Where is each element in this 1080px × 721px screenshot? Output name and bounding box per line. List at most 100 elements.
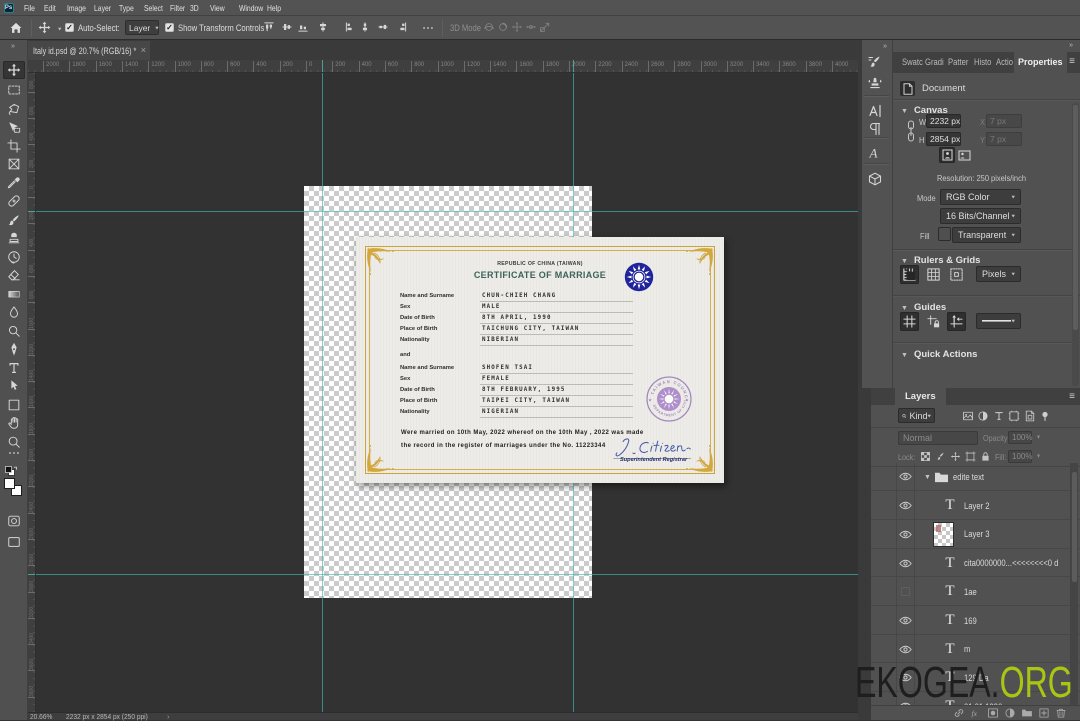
blur-tool[interactable] [3, 303, 25, 321]
layers-tab[interactable]: Layers [895, 388, 946, 405]
lock-position-icon[interactable] [949, 450, 962, 463]
distribute-left-edges-icon[interactable] [343, 21, 355, 33]
menu-filter[interactable]: Filter [170, 0, 185, 16]
3d-scale-icon[interactable] [539, 21, 551, 33]
layer-visible-eye-icon[interactable] [899, 645, 912, 654]
path-selection-tool[interactable] [3, 377, 25, 395]
gradient-tool[interactable] [3, 285, 25, 303]
spot-healing-brush-tool[interactable] [3, 192, 25, 210]
menu-view[interactable]: View [210, 0, 225, 16]
panel-tab-gradi[interactable]: Gradi [925, 57, 944, 67]
lock-all-icon[interactable] [979, 450, 992, 463]
layer-visible-eye-icon[interactable] [899, 616, 912, 625]
panel-tab-swatc[interactable]: Swatc [902, 57, 923, 67]
canvas-width-input[interactable]: 2232 px [926, 114, 961, 128]
new-layer-icon[interactable] [1035, 706, 1052, 720]
menu-window[interactable]: Window [239, 0, 263, 16]
panel-strip-collapse-icon[interactable]: » [862, 40, 892, 50]
align-top-edges-icon[interactable] [263, 21, 275, 33]
filter-shape-layers-icon[interactable] [1007, 408, 1022, 423]
brush-tool[interactable] [3, 211, 25, 229]
show-transform-checkbox[interactable]: ✓ [165, 23, 174, 32]
lock-transparency-icon[interactable] [919, 450, 932, 463]
clone-stamp-tool[interactable] [3, 229, 25, 247]
filter-type-layers-icon[interactable] [991, 408, 1006, 423]
layer-visibility-cell[interactable] [896, 463, 916, 492]
guides-toggle-button[interactable] [900, 312, 919, 331]
layer-row[interactable]: T169 [871, 606, 1080, 635]
layer-effects-icon[interactable]: fx [967, 706, 984, 720]
edit-guides-button[interactable] [947, 312, 966, 331]
more-options-icon[interactable] [421, 21, 435, 35]
section-chevron-icon[interactable]: ▼ [901, 305, 908, 312]
layer-row[interactable]: ▼edite text [871, 463, 1080, 492]
mode-dropdown[interactable]: RGB Color▾ [940, 189, 1021, 205]
layers-panel-menu-icon[interactable]: ≡ [1069, 391, 1075, 402]
properties-panel-menu-icon[interactable]: ≡ [1069, 56, 1075, 67]
layer-visible-eye-icon[interactable] [899, 559, 912, 568]
move-tool-icon[interactable] [38, 21, 51, 34]
pen-tool[interactable] [3, 340, 25, 358]
layer-visible-eye-icon[interactable] [899, 530, 912, 539]
rectangle-tool[interactable] [3, 396, 25, 414]
properties-scrollbar[interactable] [1072, 103, 1079, 386]
orientation-portrait-button[interactable] [939, 147, 955, 163]
add-layer-mask-icon[interactable] [984, 706, 1001, 720]
dodge-tool[interactable] [3, 322, 25, 340]
blend-mode-dropdown[interactable]: Normal [898, 431, 978, 445]
foreground-color-swatch[interactable] [4, 478, 15, 489]
layer-visibility-cell[interactable] [896, 549, 916, 578]
guide-horizontal[interactable] [36, 211, 858, 212]
canvas-x-input[interactable]: 7 px [986, 114, 1022, 128]
libraries-panel-icon[interactable] [863, 169, 886, 189]
3d-drag-icon[interactable] [511, 21, 523, 33]
brushes-panel-icon[interactable] [863, 52, 886, 72]
link-layers-icon[interactable] [950, 706, 967, 720]
hand-tool[interactable] [3, 414, 25, 432]
layer-visibility-cell[interactable] [896, 491, 916, 520]
object-selection-tool[interactable] [3, 118, 25, 136]
panel-tab-actio[interactable]: Actio [996, 57, 1013, 67]
section-chevron-icon[interactable]: ▼ [901, 258, 908, 265]
align-bottom-edges-icon[interactable] [297, 21, 309, 33]
quick-actions-section-header[interactable]: ▼Quick Actions [901, 349, 977, 360]
group-expand-chevron-icon[interactable]: ▼ [924, 474, 931, 481]
status-chevron-icon[interactable]: › [167, 713, 170, 721]
layer-filter-kind-dropdown[interactable]: Kind▾ [898, 408, 935, 423]
distribute-right-edges-icon[interactable] [397, 21, 409, 33]
status-zoom-level[interactable]: 20.66% [30, 713, 60, 721]
foreground-background-swatches[interactable] [4, 478, 23, 497]
guide-line-style-dropdown[interactable]: ▾ [976, 313, 1021, 329]
filter-image-layers-icon[interactable] [960, 408, 975, 423]
layer-row[interactable]: Layer 3 [871, 520, 1080, 549]
default-colors-icon[interactable] [4, 466, 18, 478]
pixel-grid-toggle-button[interactable] [947, 265, 966, 284]
eyedropper-tool[interactable] [3, 174, 25, 192]
move-tool[interactable] [3, 61, 25, 79]
filter-smart-objects-icon[interactable] [1022, 408, 1037, 423]
layer-visibility-cell[interactable] [896, 577, 916, 606]
canvas-y-input[interactable]: 7 px [986, 132, 1022, 146]
screen-mode-icon[interactable] [3, 533, 25, 551]
menu-type[interactable]: Type [119, 0, 134, 16]
lasso-tool[interactable] [3, 100, 25, 118]
guide-vertical[interactable] [322, 73, 323, 712]
canvas-viewport[interactable]: REPUBLIC OF CHINA (TAIWAN)CERTIFICATE OF… [36, 73, 858, 712]
lock-pixels-icon[interactable] [934, 450, 947, 463]
fill-swatch[interactable] [938, 227, 951, 241]
tool-preset-chevron-icon[interactable]: ▾ [58, 26, 62, 32]
align-horizontal-centers-icon[interactable] [317, 21, 329, 33]
bit-depth-dropdown[interactable]: 16 Bits/Channel▾ [940, 208, 1021, 224]
eraser-tool[interactable] [3, 266, 25, 284]
orientation-landscape-button[interactable] [956, 147, 972, 163]
horizontal-ruler[interactable]: 2000180016001400120010008006004002000200… [28, 60, 858, 73]
properties-document-row[interactable]: Document [900, 81, 965, 96]
units-dropdown[interactable]: Pixels▾ [976, 266, 1021, 282]
menu-help[interactable]: Help [267, 0, 281, 16]
fill-value[interactable]: 100% [1008, 450, 1032, 463]
fill-dropdown[interactable]: Transparent▾ [952, 227, 1021, 243]
paragraph-panel-icon[interactable] [863, 119, 886, 139]
glyphs-panel-icon[interactable]: A [863, 143, 886, 163]
layer-visible-eye-icon[interactable] [899, 472, 912, 481]
layer-row[interactable]: TLayer 2 [871, 491, 1080, 520]
